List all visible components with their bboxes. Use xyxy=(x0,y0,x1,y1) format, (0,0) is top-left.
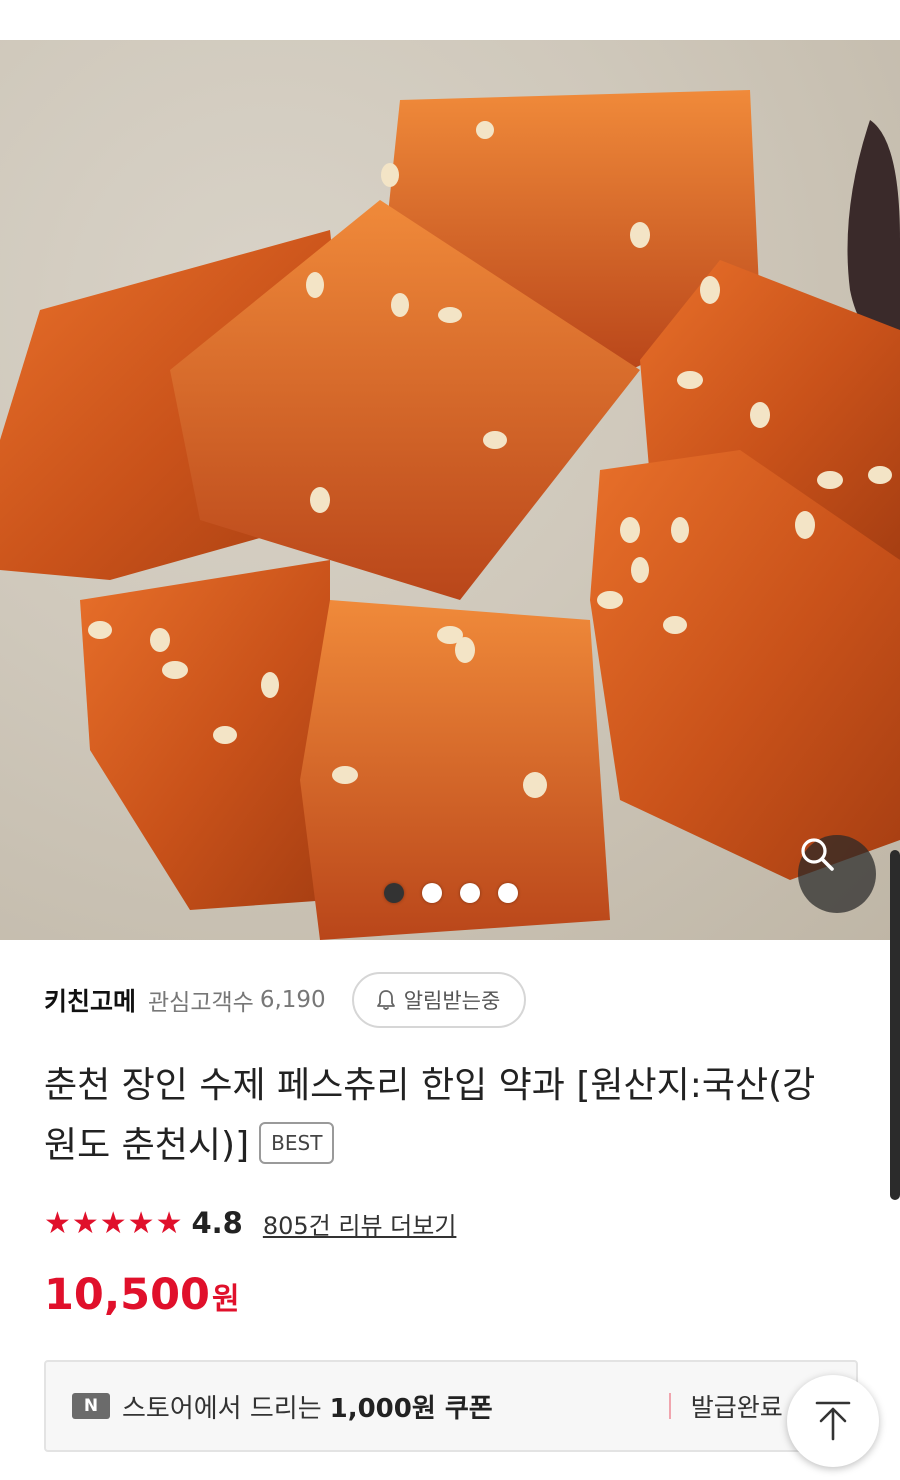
coupon-text: 스토어에서 드리는 xyxy=(122,1393,322,1424)
product-image-carousel[interactable] xyxy=(0,40,900,940)
follower-label: 관심고객수 xyxy=(148,990,254,1016)
status-bar xyxy=(0,0,900,40)
product-info: 키친고메 관심고객수 6,190 알림받는중 춘천 장인 수제 페스츄리 한입 … xyxy=(0,940,890,1480)
carousel-indicator xyxy=(384,883,518,903)
store-row: 키친고메 관심고객수 6,190 알림받는중 xyxy=(44,970,527,1030)
coupon-status[interactable]: 발급완료 xyxy=(691,1388,783,1424)
price-amount: 10,500 xyxy=(44,1270,210,1320)
bell-icon xyxy=(376,990,395,1010)
carousel-dot-4[interactable] xyxy=(498,883,518,903)
carousel-dot-3[interactable] xyxy=(460,883,480,903)
best-badge: BEST xyxy=(259,1122,335,1164)
carousel-dot-2[interactable] xyxy=(422,883,442,903)
alert-subscribe-button[interactable]: 알림받는중 xyxy=(351,972,527,1028)
zoom-button[interactable] xyxy=(798,835,876,913)
rating-stars: ★★★★★ xyxy=(44,1205,184,1241)
scroll-to-top-button[interactable] xyxy=(787,1375,879,1467)
coupon-divider xyxy=(668,1393,671,1419)
review-link[interactable]: 805건 리뷰 더보기 xyxy=(263,1206,457,1241)
store-name[interactable]: 키친고메 xyxy=(44,982,136,1018)
alert-label: 알림받는중 xyxy=(403,989,501,1013)
product-photo xyxy=(0,90,900,940)
scrollbar[interactable] xyxy=(890,850,900,1200)
product-title-block: 춘천 장인 수제 페스츄리 한입 약과 [원산지:국산(강원도 춘천시)] BES… xyxy=(44,1056,844,1176)
product-title: 춘천 장인 수제 페스츄리 한입 약과 [원산지:국산(강원도 춘천시)] xyxy=(44,1065,816,1166)
arrow-up-icon xyxy=(815,1401,851,1441)
price-unit: 원 xyxy=(211,1282,240,1317)
coupon-amount: 1,000원 쿠폰 xyxy=(329,1393,493,1424)
follower-count: 6,190 xyxy=(259,987,326,1013)
coupon-banner[interactable]: N 스토어에서 드리는 1,000원 쿠폰 발급완료 xyxy=(44,1360,858,1452)
naver-n-icon: N xyxy=(72,1393,110,1419)
search-icon xyxy=(801,838,834,871)
rating-value: 4.8 xyxy=(191,1206,243,1240)
rating-row: ★★★★★ 4.8 805건 리뷰 더보기 xyxy=(44,1202,456,1244)
price: 10,500 원 xyxy=(44,1270,240,1330)
carousel-dot-1[interactable] xyxy=(384,883,404,903)
